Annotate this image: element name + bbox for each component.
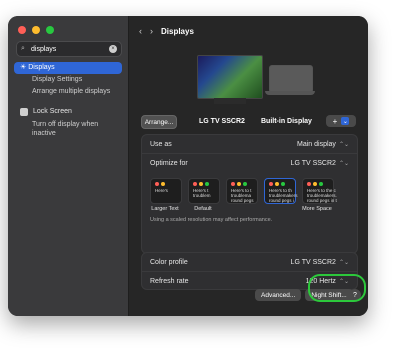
close-icon[interactable] bbox=[18, 26, 26, 34]
sidebar: ⌕ displays × ☀ Displays Display Settings… bbox=[8, 16, 129, 316]
titlebar: ‹ › Displays bbox=[129, 16, 368, 46]
resolution-thumbnail: Here's to the c troublemakers. round pegs … bbox=[302, 178, 337, 204]
arrange-button[interactable]: Arrange... bbox=[141, 115, 177, 129]
resolution-preview-text: Here's bbox=[155, 188, 168, 193]
sidebar-item-arrange[interactable]: Arrange multiple displays bbox=[14, 86, 122, 98]
zoom-icon[interactable] bbox=[46, 26, 54, 34]
refresh-rate-highlight bbox=[308, 274, 366, 302]
display-icon: ☀ bbox=[20, 64, 27, 71]
page-title: Displays bbox=[161, 26, 194, 36]
display-name-builtin: Built-in Display bbox=[261, 118, 312, 125]
lock-icon bbox=[20, 108, 28, 116]
sidebar-item-label: Turn off display when inactive bbox=[32, 121, 99, 137]
optimize-for-row: Optimize for LG TV SSCR2 ⌃⌄ bbox=[142, 153, 357, 172]
sidebar-item-displays[interactable]: ☀ Displays bbox=[14, 62, 122, 74]
use-as-label: Use as bbox=[150, 140, 172, 148]
sidebar-item-lock-screen[interactable]: Lock Screen bbox=[14, 106, 122, 118]
resolution-option-more-space[interactable]: Here's to the c troublemakers. round pegs … bbox=[302, 178, 337, 212]
color-profile-row: Color profile LG TV SSCR2 ⌃⌄ bbox=[142, 253, 357, 271]
display-settings-panel: Use as Main display ⌃⌄ Optimize for LG T… bbox=[141, 134, 358, 254]
display-name-lg: LG TV SSCR2 bbox=[199, 118, 245, 125]
chevron-down-icon: ⌄ bbox=[341, 117, 350, 125]
sidebar-item-display-settings[interactable]: Display Settings bbox=[14, 74, 122, 86]
window-dots bbox=[193, 182, 209, 186]
search-value: displays bbox=[31, 45, 57, 53]
chevron-updown-icon: ⌃⌄ bbox=[338, 141, 349, 148]
add-display-button[interactable]: + ⌄ bbox=[326, 115, 356, 127]
window-dots bbox=[231, 182, 247, 186]
use-as-select[interactable]: Main display ⌃⌄ bbox=[297, 141, 349, 148]
chevron-updown-icon: ⌃⌄ bbox=[338, 160, 349, 167]
use-as-value: Main display bbox=[297, 140, 336, 148]
optimize-for-select[interactable]: LG TV SSCR2 ⌃⌄ bbox=[291, 160, 349, 167]
resolution-preview-text: Here's to t troublema round pegs bbox=[231, 188, 254, 203]
resolution-name: Larger Text bbox=[151, 206, 179, 212]
color-profile-label: Color profile bbox=[150, 258, 188, 266]
window-dots bbox=[307, 182, 323, 186]
resolution-thumbnail: Here's to t troublema round pegs bbox=[226, 178, 258, 204]
color-profile-value: LG TV SSCR2 bbox=[290, 258, 336, 266]
search-icon: ⌕ bbox=[21, 45, 25, 52]
window-dots bbox=[269, 182, 285, 186]
resolution-option-default[interactable]: Here's t troublem Default bbox=[188, 178, 220, 212]
resolution-option-larger-text[interactable]: Here's Larger Text bbox=[150, 178, 182, 212]
resolution-name: Default bbox=[194, 206, 212, 212]
resolution-preview-text: Here's t troublem bbox=[193, 188, 211, 198]
sidebar-item-label: Lock Screen bbox=[33, 108, 72, 115]
resolution-preview-text: Here's to the c troublemakers. round pegs … bbox=[307, 188, 337, 203]
color-profile-select[interactable]: LG TV SSCR2 ⌃⌄ bbox=[291, 259, 349, 266]
plus-icon: + bbox=[332, 116, 338, 126]
advanced-button[interactable]: Advanced... bbox=[255, 289, 302, 301]
laptop-base bbox=[265, 91, 315, 95]
resolution-name: More Space bbox=[302, 206, 332, 212]
forward-icon[interactable]: › bbox=[150, 26, 153, 36]
resolution-thumbnail-selected: Here's to th troublemakers round pegs i bbox=[264, 178, 298, 204]
resolution-options: Here's Larger Text Here's t troublem Defa… bbox=[142, 172, 357, 214]
displays-arrangement: Arrange... LG TV SSCR2 Built-in Display … bbox=[129, 51, 368, 141]
window-controls bbox=[18, 26, 54, 34]
window-dots bbox=[155, 182, 165, 186]
settings-window: ⌕ displays × ☀ Displays Display Settings… bbox=[8, 16, 368, 316]
sidebar-item-label: Displays bbox=[28, 64, 55, 71]
sidebar-item-label: Arrange multiple displays bbox=[32, 88, 111, 95]
minimize-icon[interactable] bbox=[32, 26, 40, 34]
resolution-thumbnail: Here's t troublem bbox=[188, 178, 220, 204]
main-pane: ‹ › Displays Arrange... LG TV SSCR2 Buil… bbox=[129, 16, 368, 316]
chevron-updown-icon: ⌃⌄ bbox=[338, 259, 349, 266]
resolution-preview-text: Here's to th troublemakers round pegs i bbox=[269, 188, 298, 203]
display-thumbnail-builtin[interactable] bbox=[269, 65, 313, 93]
use-as-row: Use as Main display ⌃⌄ bbox=[142, 135, 357, 153]
performance-note: Using a scaled resolution may affect per… bbox=[150, 217, 273, 223]
sidebar-nav: ☀ Displays Display Settings Arrange mult… bbox=[14, 62, 122, 138]
optimize-for-value: LG TV SSCR2 bbox=[290, 159, 336, 167]
optimize-for-label: Optimize for bbox=[150, 159, 188, 167]
resolution-thumbnail: Here's bbox=[150, 178, 182, 204]
clear-icon[interactable]: × bbox=[109, 45, 117, 53]
resolution-option-4[interactable]: Here's to th troublemakers round pegs i bbox=[264, 178, 298, 206]
search-input[interactable]: ⌕ displays × bbox=[16, 41, 122, 57]
sidebar-item-turn-off[interactable]: Turn off display when inactive bbox=[14, 118, 122, 138]
sidebar-item-label: Display Settings bbox=[32, 76, 83, 83]
refresh-rate-label: Refresh rate bbox=[150, 277, 189, 285]
resolution-option-3[interactable]: Here's to t troublema round pegs bbox=[226, 178, 258, 206]
back-icon[interactable]: ‹ bbox=[139, 26, 142, 36]
display-thumbnail-lg[interactable] bbox=[197, 55, 263, 104]
